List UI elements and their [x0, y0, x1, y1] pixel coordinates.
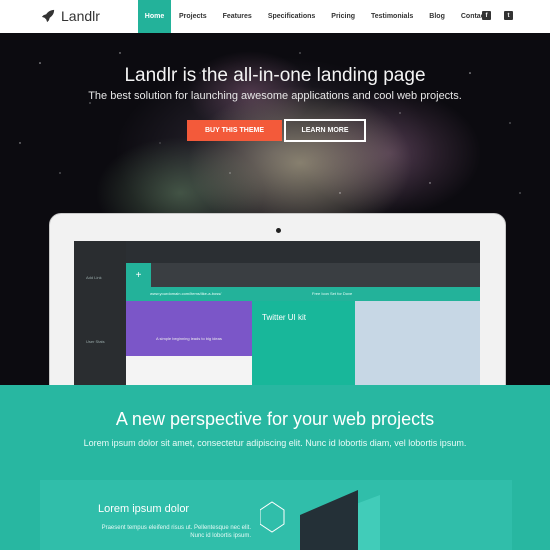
- nav-home[interactable]: Home: [138, 0, 171, 33]
- section-subtitle: Lorem ipsum dolor sit amet, consectetur …: [83, 438, 467, 448]
- teal-card: Twitter UI kit: [252, 301, 355, 386]
- address-bar: www.yourdomain.com/items/like-a-boss/ Fr…: [126, 287, 480, 301]
- twitter-icon[interactable]: t: [504, 11, 513, 20]
- add-tab-icon: +: [126, 263, 151, 287]
- nav-specifications[interactable]: Specifications: [260, 0, 323, 33]
- sidebar-item-add-link: Add Link: [86, 275, 102, 280]
- address-url: www.yourdomain.com/items/like-a-boss/: [150, 291, 222, 296]
- purple-card-text: A simple beginning leads to big ideas: [156, 336, 222, 341]
- perspective-section: A new perspective for your web projects …: [0, 385, 550, 550]
- hero-subtitle: The best solution for launching awesome …: [88, 90, 462, 102]
- feature-title: Lorem ipsum dolor: [98, 503, 190, 515]
- section-title: A new perspective for your web projects: [115, 409, 435, 429]
- facebook-icon[interactable]: f: [482, 11, 491, 20]
- rocket-icon: [41, 9, 55, 23]
- layered-screens-graphic: [260, 490, 380, 550]
- feature-box: Lorem ipsum dolor Praesent tempus eleife…: [40, 480, 512, 550]
- purple-card: A simple beginning leads to big ideas: [126, 301, 252, 356]
- app-tab-bar: +: [126, 263, 480, 287]
- app-top-bar: [126, 241, 480, 263]
- laptop-screen: Add Link User Stats + www.yourdomain.com…: [74, 241, 480, 386]
- app-sidebar: Add Link User Stats: [74, 241, 126, 386]
- learn-more-button[interactable]: LEARN MORE: [284, 119, 366, 142]
- main-menu: Home Projects Features Specifications Pr…: [138, 0, 495, 33]
- nav-projects[interactable]: Projects: [171, 0, 215, 33]
- nav-pricing[interactable]: Pricing: [323, 0, 363, 33]
- buy-theme-button[interactable]: BUY THIS THEME: [187, 120, 282, 141]
- app-main: + www.yourdomain.com/items/like-a-boss/ …: [126, 241, 480, 386]
- webcam-dot: [276, 228, 281, 233]
- laptop-mockup: Add Link User Stats + www.yourdomain.com…: [49, 213, 506, 386]
- teal-card-title: Twitter UI kit: [262, 313, 307, 322]
- feature-text: Praesent tempus eleifend risus ut. Pelle…: [101, 525, 251, 539]
- settings-card: [355, 301, 480, 386]
- hero-section: Landlr is the all-in-one landing page Th…: [0, 33, 550, 386]
- nav-testimonials[interactable]: Testimonials: [363, 0, 421, 33]
- nav-features[interactable]: Features: [215, 0, 260, 33]
- nav-blog[interactable]: Blog: [421, 0, 453, 33]
- top-navbar: Landlr Home Projects Features Specificat…: [0, 0, 550, 33]
- sidebar-item-user-stats: User Stats: [86, 339, 105, 344]
- address-title: Free Icon Set for Dove: [312, 291, 353, 296]
- hero-title: Landlr is the all-in-one landing page: [124, 65, 426, 86]
- brand-name: Landlr: [61, 8, 100, 24]
- profile-card: [126, 356, 252, 386]
- brand-logo[interactable]: Landlr: [41, 8, 100, 24]
